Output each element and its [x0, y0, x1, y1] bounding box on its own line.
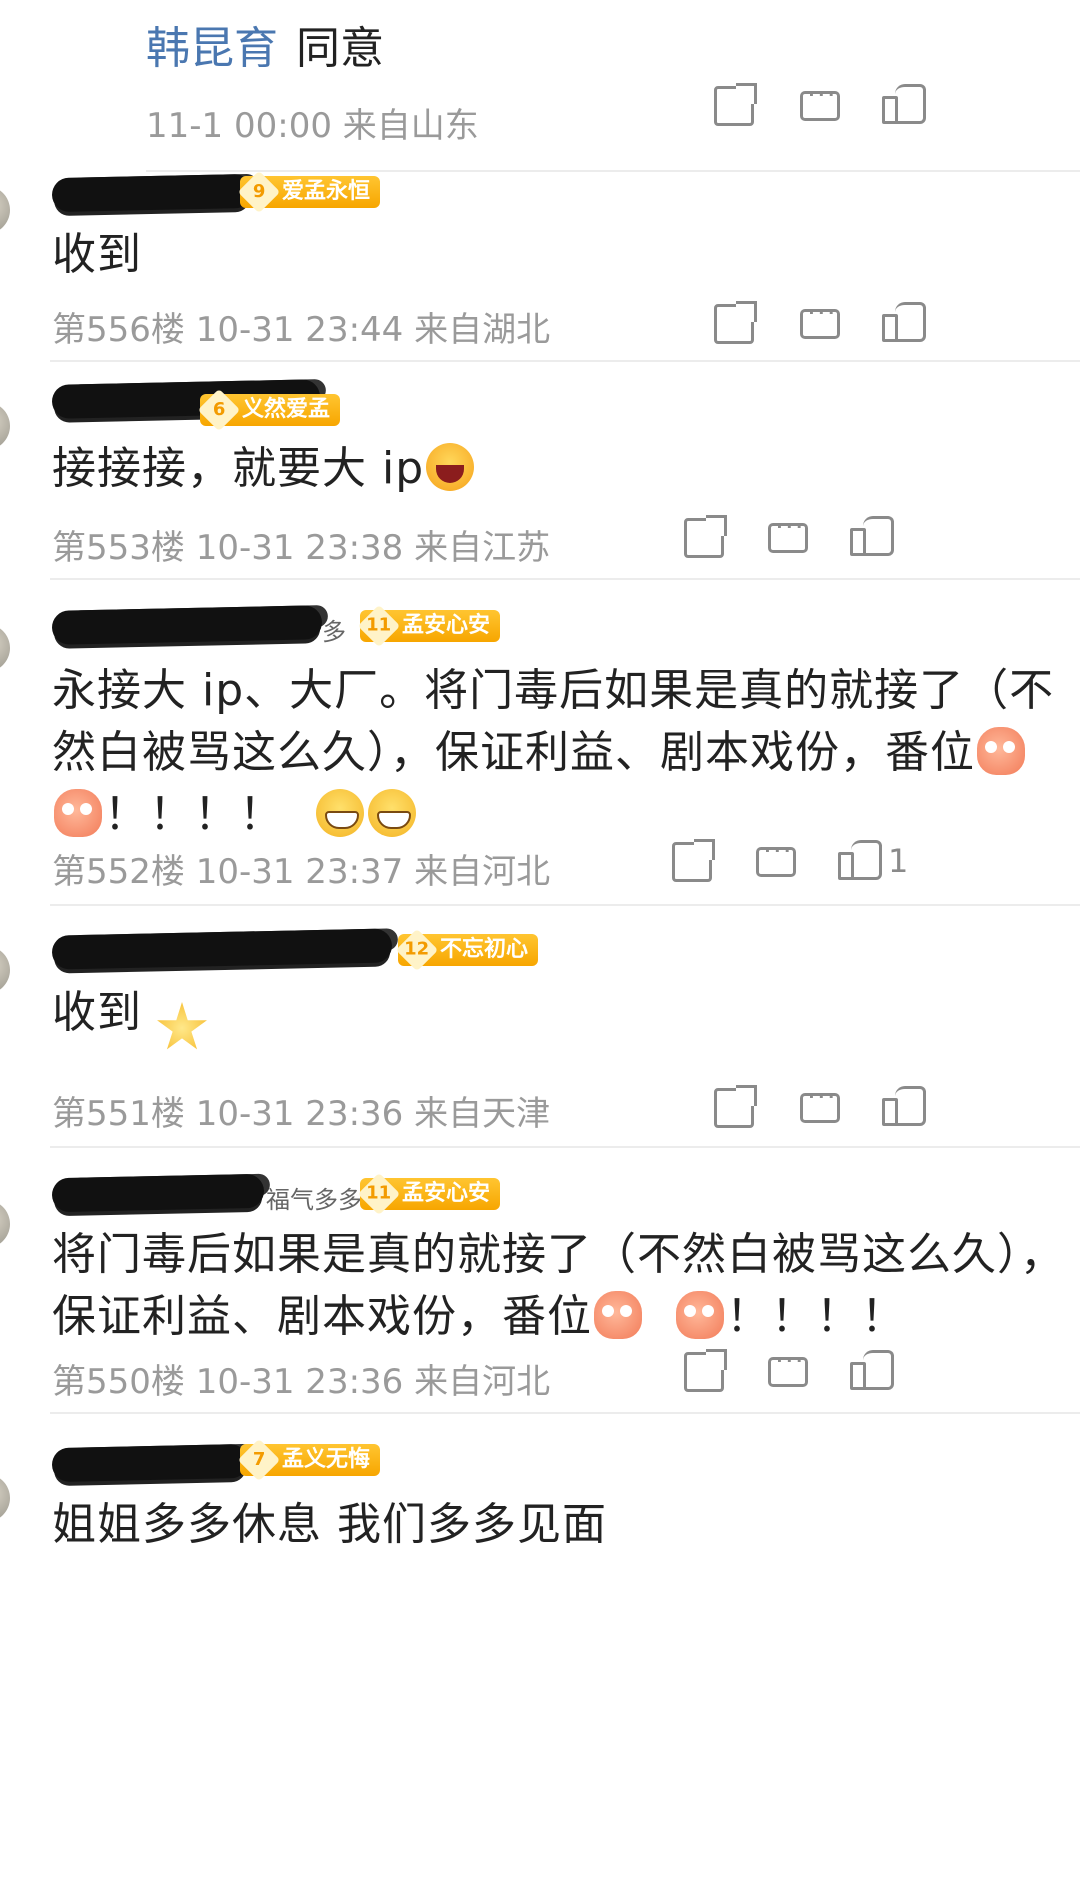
fan-badge[interactable]: 12 不忘初心 — [395, 928, 539, 972]
fan-badge[interactable]: 7 孟义无悔 — [237, 1438, 381, 1482]
reply-author-link[interactable]: 韩昆育 — [146, 23, 278, 74]
badge-label: 孟义无悔 — [282, 1447, 371, 1472]
redacted-username — [51, 928, 393, 970]
comment-text: 姐姐多多休息 我们多多见面 — [52, 1499, 607, 1550]
comment-meta: 第551楼 10-31 23:36 来自天津 — [52, 1094, 551, 1134]
share-icon[interactable] — [714, 1085, 757, 1128]
badge-label: 不忘初心 — [440, 937, 529, 962]
share-icon[interactable] — [684, 1349, 727, 1392]
comment-item: 7 孟义无悔 姐姐多多休息 我们多多见面 — [0, 1414, 1080, 1884]
comment-text: 接接接，就要大 ip — [52, 438, 1070, 500]
comment-actions: 1 — [672, 834, 1080, 882]
comment-line-text: 然白被骂这么久），保证利益、剧本戏份，番位 — [52, 727, 975, 778]
fan-badge[interactable]: 9 爱孟永恒 — [237, 170, 381, 214]
comment-item: 12 不忘初心 收到 第551楼 10-31 23:36 来自天津 — [0, 906, 1080, 1148]
comment-actions — [714, 1080, 1080, 1128]
reply-snippet: 韩昆育 同意 11-1 00:00 来自山东 — [146, 0, 1080, 172]
comment-item: 9 爱孟永恒 收到 第556楼 10-31 23:44 来自湖北 — [0, 170, 1080, 362]
thumbs-up-icon[interactable] — [882, 84, 926, 126]
thumbs-up-icon[interactable] — [850, 516, 894, 558]
avatar[interactable] — [0, 1474, 10, 1522]
badge-level: 11 — [357, 604, 401, 648]
thumbs-up-icon[interactable] — [882, 302, 926, 344]
avatar[interactable] — [0, 624, 10, 672]
comment-text: 收到 — [52, 987, 142, 1038]
reply-line: 韩昆育 同意 — [146, 12, 384, 76]
thumbs-up-icon[interactable] — [838, 840, 882, 882]
comment-icon[interactable] — [768, 510, 808, 553]
comment-meta: 第556楼 10-31 23:44 来自湖北 — [52, 310, 551, 350]
grinning-emoji — [367, 789, 416, 837]
comment-text: 永接大 ip、大厂。将门毒后如果是真的就接了（不 然白被骂这么久），保证利益、剧本… — [52, 660, 1070, 846]
redacted-username — [51, 605, 323, 645]
username-tail: 多 — [322, 618, 346, 646]
comment-item: 6 义然爱孟 接接接，就要大 ip 第553楼 10-31 23:38 来自江苏 — [0, 362, 1080, 580]
badge-label: 义然爱孟 — [242, 397, 331, 422]
thumbs-up-icon[interactable] — [882, 1086, 926, 1128]
thumbs-up-icon[interactable] — [850, 1350, 894, 1392]
comment-text: 收到 — [52, 229, 142, 280]
avatar[interactable] — [0, 186, 10, 234]
comment-text-body: 接接接，就要大 ip — [52, 443, 425, 494]
share-icon[interactable] — [672, 839, 715, 882]
badge-level: 11 — [357, 1172, 401, 1216]
badge-label: 爱孟永恒 — [282, 179, 371, 204]
reply-text: 同意 — [296, 23, 384, 74]
avatar[interactable] — [0, 1200, 10, 1248]
comment-icon[interactable] — [800, 78, 840, 121]
comment-icon[interactable] — [800, 1080, 840, 1123]
redacted-username — [51, 1443, 249, 1483]
comment-line-text: ！！！！ — [104, 789, 284, 840]
badge-level: 12 — [395, 928, 439, 972]
avatar[interactable] — [0, 946, 10, 994]
comment-text: 将门毒后如果是真的就接了（不然白被骂这么久）， 保证利益、剧本戏份，番位 ！！！！ — [52, 1224, 1070, 1348]
comment-icon[interactable] — [800, 296, 840, 339]
avatar[interactable] — [0, 402, 10, 450]
badge-level: 7 — [237, 1438, 281, 1482]
cute-face-emoji — [594, 1291, 642, 1339]
comment-line: 然白被骂这么久），保证利益、剧本戏份，番位 — [52, 722, 1070, 784]
comment-line: 永接大 ip、大厂。将门毒后如果是真的就接了（不 — [52, 665, 1055, 716]
username-tail: 福气多多 — [266, 1186, 362, 1214]
like-count: 1 — [888, 842, 909, 880]
reply-meta: 11-1 00:00 来自山东 — [146, 106, 479, 146]
share-icon[interactable] — [684, 515, 727, 558]
comment-thread: 韩昆育同意 11-1 00:00 来自山东 9 爱孟永恒 收到 第556楼 10… — [0, 0, 1080, 1884]
comment-line-text: 保证利益、剧本戏份，番位 — [52, 1291, 592, 1342]
comment-actions — [684, 510, 1080, 558]
laughing-emoji — [426, 443, 475, 491]
comment-item: 福气多多 11 孟安心安 将门毒后如果是真的就接了（不然白被骂这么久）， 保证利益… — [0, 1148, 1080, 1414]
cute-face-emoji — [54, 789, 102, 837]
grinning-emoji — [315, 789, 364, 837]
badge-label: 孟安心安 — [402, 613, 491, 638]
comment-line: 保证利益、剧本戏份，番位 ！！！！ — [52, 1286, 1070, 1348]
comment-actions — [714, 296, 1080, 344]
reply-actions — [714, 78, 1080, 126]
fan-badge[interactable]: 11 孟安心安 — [357, 1172, 501, 1216]
comment-icon[interactable] — [768, 1344, 808, 1387]
comment-line-text: ！！！！ — [725, 1291, 906, 1342]
badge-level: 6 — [197, 388, 241, 432]
comment-line: 将门毒后如果是真的就接了（不然白被骂这么久）， — [52, 1229, 1065, 1280]
comment-meta: 第553楼 10-31 23:38 来自江苏 — [52, 528, 551, 568]
cute-face-emoji — [675, 1291, 724, 1339]
comment-meta: 第550楼 10-31 23:36 来自河北 — [52, 1362, 551, 1402]
comment-actions — [684, 1344, 1080, 1392]
share-icon[interactable] — [714, 83, 757, 126]
share-icon[interactable] — [714, 301, 757, 344]
redacted-username — [51, 173, 253, 213]
comment-icon[interactable] — [756, 834, 796, 877]
redacted-username — [51, 1173, 265, 1213]
badge-level: 9 — [237, 170, 281, 214]
comment-meta: 第552楼 10-31 23:37 来自河北 — [52, 852, 551, 892]
cute-face-emoji — [977, 727, 1025, 775]
fan-badge[interactable]: 11 孟安心安 — [357, 604, 501, 648]
fan-badge[interactable]: 6 义然爱孟 — [197, 388, 341, 432]
comment-line: ！！！！ — [52, 784, 1070, 846]
comment-item: 多 11 孟安心安 永接大 ip、大厂。将门毒后如果是真的就接了（不 然白被骂这么… — [0, 580, 1080, 906]
badge-label: 孟安心安 — [402, 1181, 491, 1206]
